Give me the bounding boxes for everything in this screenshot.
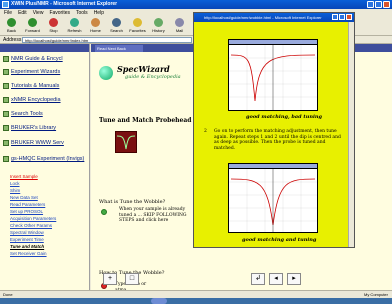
sidebar-item-tutorials[interactable]: Tutorials & Manuals — [3, 83, 59, 89]
caption-top: good matching, bad tuning — [246, 114, 323, 120]
favorites-button[interactable]: Favorites — [129, 17, 146, 35]
menu-edit[interactable]: Edit — [18, 9, 27, 17]
popup-minimize-button[interactable] — [332, 14, 338, 20]
menu-help[interactable]: Help — [94, 9, 104, 17]
sidebar-item-encyclopedia[interactable]: xNMR Encyclopedia — [3, 97, 61, 103]
window-button[interactable]: □ — [125, 273, 139, 285]
logo-subtitle: guide & Encyclopedia — [125, 74, 181, 80]
sidebar-subitem[interactable]: Insert Sample — [10, 174, 38, 179]
specwizard-logo: SpecWizard guide & Encyclopedia — [99, 62, 199, 88]
favorites-icon — [133, 18, 142, 27]
sidebar-item-experiment-wizards[interactable]: Experiment Wizards — [3, 69, 60, 75]
stop-button[interactable]: Stop — [45, 17, 62, 35]
wobble-plot-bottom — [229, 169, 317, 232]
caption-bottom: good matching and tuning — [242, 237, 317, 243]
sidebar-subitem[interactable]: New Data Set — [10, 195, 38, 200]
bullet-icon — [3, 69, 9, 75]
paragraph-skip: When your sample is already tuned a ... … — [119, 207, 187, 223]
minimize-button[interactable] — [367, 1, 374, 8]
logo-globe-icon — [99, 66, 113, 80]
browser-window: XWIN Plus/NMR - Microsoft Internet Explo… — [0, 0, 392, 304]
step-text: Go on to perform the matching adjustment… — [214, 129, 341, 151]
history-button[interactable]: History — [150, 17, 167, 35]
status-bar: Done My Computer — [0, 290, 392, 298]
sidebar-item-hmqc[interactable]: gs-HMQC Experiment (Invigs) — [3, 156, 89, 162]
sidebar-item-search-tools[interactable]: Search Tools — [3, 111, 43, 117]
popup-step: 2 Go on to perform the matching adjustme… — [204, 129, 344, 151]
logo-title: SpecWizard — [117, 64, 170, 74]
close-button[interactable] — [383, 1, 390, 8]
bullet-icon — [3, 156, 9, 162]
sidebar-subitem[interactable]: Acquisition Parameters — [10, 216, 56, 221]
mail-button[interactable]: Mail — [171, 17, 188, 35]
sidebar-subitem[interactable]: Set up PROSOL — [10, 209, 43, 214]
sidebar-subitem[interactable]: Experiment Time — [10, 237, 44, 242]
refresh-icon — [70, 18, 79, 27]
wobble-plot-top — [229, 45, 317, 110]
add-button[interactable]: + — [103, 273, 117, 285]
sidebar-subitem[interactable]: Lock — [10, 181, 20, 186]
bullet-icon — [3, 56, 9, 62]
popup-title: http://localhost/guide/nmr/wobble.html -… — [194, 13, 354, 22]
bottom-nav: + □ ↲ ◂ ▸ — [91, 270, 392, 290]
forward-button[interactable]: Forward — [24, 17, 41, 35]
address-label: Address — [3, 37, 22, 43]
maximize-button[interactable] — [375, 1, 382, 8]
window-title: XWIN Plus/NMR - Microsoft Internet Explo… — [11, 1, 118, 7]
popup-scrollbar[interactable] — [348, 22, 354, 247]
back-icon — [7, 18, 16, 27]
ie-icon — [2, 1, 9, 8]
popup-close-button[interactable] — [346, 14, 352, 20]
sidebar-subitem[interactable]: Check Other Params — [10, 223, 52, 228]
sidebar: NMR Guide & Encycl Experiment Wizards Tu… — [0, 44, 90, 290]
home-button[interactable]: Home — [87, 17, 104, 35]
sidebar-item-nmr-guide[interactable]: NMR Guide & Encycl — [3, 56, 63, 62]
sidebar-subitem[interactable]: Read Parameters — [10, 202, 45, 207]
wobble-curve-icon — [116, 135, 136, 150]
search-button[interactable]: Search — [108, 17, 125, 35]
back-button[interactable]: Back — [3, 17, 20, 35]
menu-view[interactable]: View — [33, 9, 44, 17]
toggle-icon[interactable] — [101, 209, 107, 215]
bullet-icon — [3, 83, 9, 89]
search-icon — [112, 18, 121, 27]
sidebar-subitem-active[interactable]: Tune and Match — [10, 244, 44, 249]
step-number: 2 — [204, 129, 207, 134]
sidebar-subitem[interactable]: Spectral Window — [10, 230, 44, 235]
popup-maximize-button[interactable] — [339, 14, 345, 20]
stop-icon — [49, 18, 58, 27]
menu-tools[interactable]: Tools — [76, 9, 88, 17]
menu-favorites[interactable]: Favorites — [49, 9, 70, 17]
wobble-thumbnail[interactable] — [115, 131, 137, 153]
wobble-graph-top — [228, 39, 318, 111]
sidebar-topbar — [0, 44, 89, 52]
history-icon — [154, 18, 163, 27]
next-button[interactable]: ▸ — [287, 273, 301, 285]
slide-toggle-icon[interactable] — [151, 298, 167, 304]
forward-icon — [28, 18, 37, 27]
address-input[interactable]: http://localhost/guide/nmr/index.htm — [22, 37, 192, 43]
home-icon — [91, 18, 100, 27]
return-button[interactable]: ↲ — [251, 273, 265, 285]
bullet-icon — [3, 97, 9, 103]
bullet-icon — [3, 140, 9, 146]
sidebar-item-bruker-library[interactable]: BRUKER's Library — [3, 125, 56, 131]
menu-file[interactable]: File — [4, 9, 12, 17]
mail-icon — [175, 18, 184, 27]
question-what: What is Tune the Wobble? — [99, 199, 166, 205]
page-title: Tune and Match Probehead — [99, 117, 192, 124]
refresh-button[interactable]: Refresh — [66, 17, 83, 35]
sidebar-item-bruker-www[interactable]: BRUKER WWW Serv — [3, 140, 64, 146]
content-tab[interactable]: Read Next Back — [95, 45, 143, 52]
wobble-graph-bottom — [228, 163, 318, 233]
prev-button[interactable]: ◂ — [269, 273, 283, 285]
title-bar: XWIN Plus/NMR - Microsoft Internet Explo… — [0, 0, 392, 9]
bullet-icon — [3, 111, 9, 117]
sidebar-subitem[interactable]: Shim — [10, 188, 20, 193]
popup-window: http://localhost/guide/nmr/wobble.html -… — [193, 12, 355, 248]
sidebar-subitem[interactable]: Set Receiver Gain — [10, 251, 47, 256]
status-text: Done — [3, 292, 13, 297]
bullet-icon — [3, 125, 9, 131]
